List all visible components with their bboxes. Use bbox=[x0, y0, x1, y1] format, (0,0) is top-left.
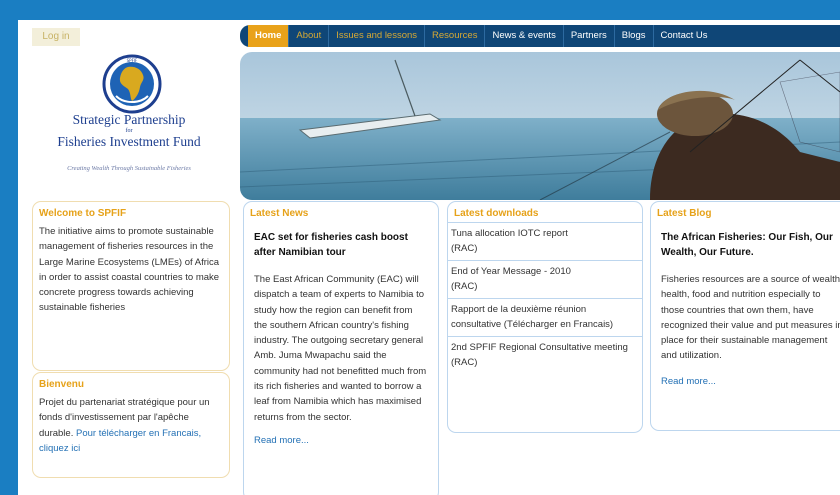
logo-tagline: Creating Wealth Through Sustainable Fish… bbox=[67, 165, 191, 172]
latest-blog-title: Latest Blog bbox=[657, 208, 712, 219]
download-item-tag: (RAC) bbox=[451, 356, 478, 368]
download-item[interactable]: End of Year Message - 2010 (RAC) bbox=[448, 261, 642, 299]
fisherman-photo bbox=[240, 52, 840, 200]
download-item-tag: (RAC) bbox=[451, 280, 478, 292]
bienvenu-text-wrap: Projet du partenariat stratégique pour u… bbox=[33, 393, 229, 458]
news-read-more-link[interactable]: Read more... bbox=[244, 431, 438, 450]
logo-title-line1: Strategic Partnership bbox=[72, 112, 186, 127]
download-item[interactable]: Tuna allocation IOTC report (RAC) bbox=[448, 223, 642, 261]
download-item[interactable]: Rapport de la deuxième réunion consultat… bbox=[448, 299, 642, 337]
svg-text:SPFIF: SPFIF bbox=[127, 58, 138, 63]
nav-contact-us[interactable]: Contact Us bbox=[654, 25, 715, 47]
download-item-name: 2nd SPFIF Regional Consultative meeting bbox=[451, 342, 628, 353]
blog-read-more-link[interactable]: Read more... bbox=[651, 372, 840, 391]
download-item-name: Rapport de la deuxième réunion consultat… bbox=[451, 304, 614, 330]
welcome-text: The initiative aims to promote sustainab… bbox=[39, 226, 220, 314]
latest-news-title: Latest News bbox=[250, 208, 309, 219]
nav-issues-and-lessons[interactable]: Issues and lessons bbox=[329, 25, 426, 47]
news-body: The East African Community (EAC) will di… bbox=[254, 274, 427, 423]
welcome-box: Welcome to SPFIF The initiative aims to … bbox=[32, 201, 230, 371]
nav-partners[interactable]: Partners bbox=[564, 25, 615, 47]
download-item-name: End of Year Message - 2010 bbox=[451, 266, 571, 277]
latest-news-box: Latest News EAC set for fisheries cash b… bbox=[243, 201, 439, 495]
nav-about[interactable]: About bbox=[289, 25, 330, 47]
nav-news-events[interactable]: News & events bbox=[485, 25, 564, 47]
download-item[interactable]: 2nd SPFIF Regional Consultative meeting … bbox=[448, 337, 642, 374]
blog-headline[interactable]: The African Fisheries: Our Fish, Our Wea… bbox=[651, 222, 840, 264]
page: Log in SPFIF Strategic Partnership for F… bbox=[18, 20, 840, 495]
news-headline[interactable]: EAC set for fisheries cash boost after N… bbox=[244, 222, 438, 264]
download-item-name: Tuna allocation IOTC report bbox=[451, 228, 568, 239]
nav-home[interactable]: Home bbox=[248, 25, 290, 47]
login-link[interactable]: Log in bbox=[32, 28, 80, 46]
main-navigation: Home About Issues and lessons Resources … bbox=[240, 25, 840, 47]
latest-blog-box: Latest Blog The African Fisheries: Our F… bbox=[650, 201, 840, 431]
download-item-tag: (RAC) bbox=[451, 242, 478, 254]
nav-blogs[interactable]: Blogs bbox=[615, 25, 654, 47]
africa-globe-logo-icon: SPFIF bbox=[102, 54, 162, 114]
latest-downloads-title: Latest downloads bbox=[448, 202, 642, 223]
site-logo[interactable]: SPFIF Strategic Partnership for Fisherie… bbox=[22, 52, 236, 202]
latest-downloads-box: Latest downloads Tuna allocation IOTC re… bbox=[447, 201, 643, 433]
hero-banner bbox=[240, 52, 840, 200]
blog-body: Fisheries resources are a source of weal… bbox=[661, 274, 840, 362]
bienvenu-box: Bienvenu Projet du partenariat stratégiq… bbox=[32, 372, 230, 478]
bienvenu-title: Bienvenu bbox=[39, 379, 85, 390]
nav-resources[interactable]: Resources bbox=[425, 25, 486, 47]
logo-title: Strategic Partnership for Fisheries Inve… bbox=[22, 112, 236, 150]
welcome-title: Welcome to SPFIF bbox=[39, 208, 127, 219]
logo-title-line2: Fisheries Investment Fund bbox=[57, 134, 201, 149]
